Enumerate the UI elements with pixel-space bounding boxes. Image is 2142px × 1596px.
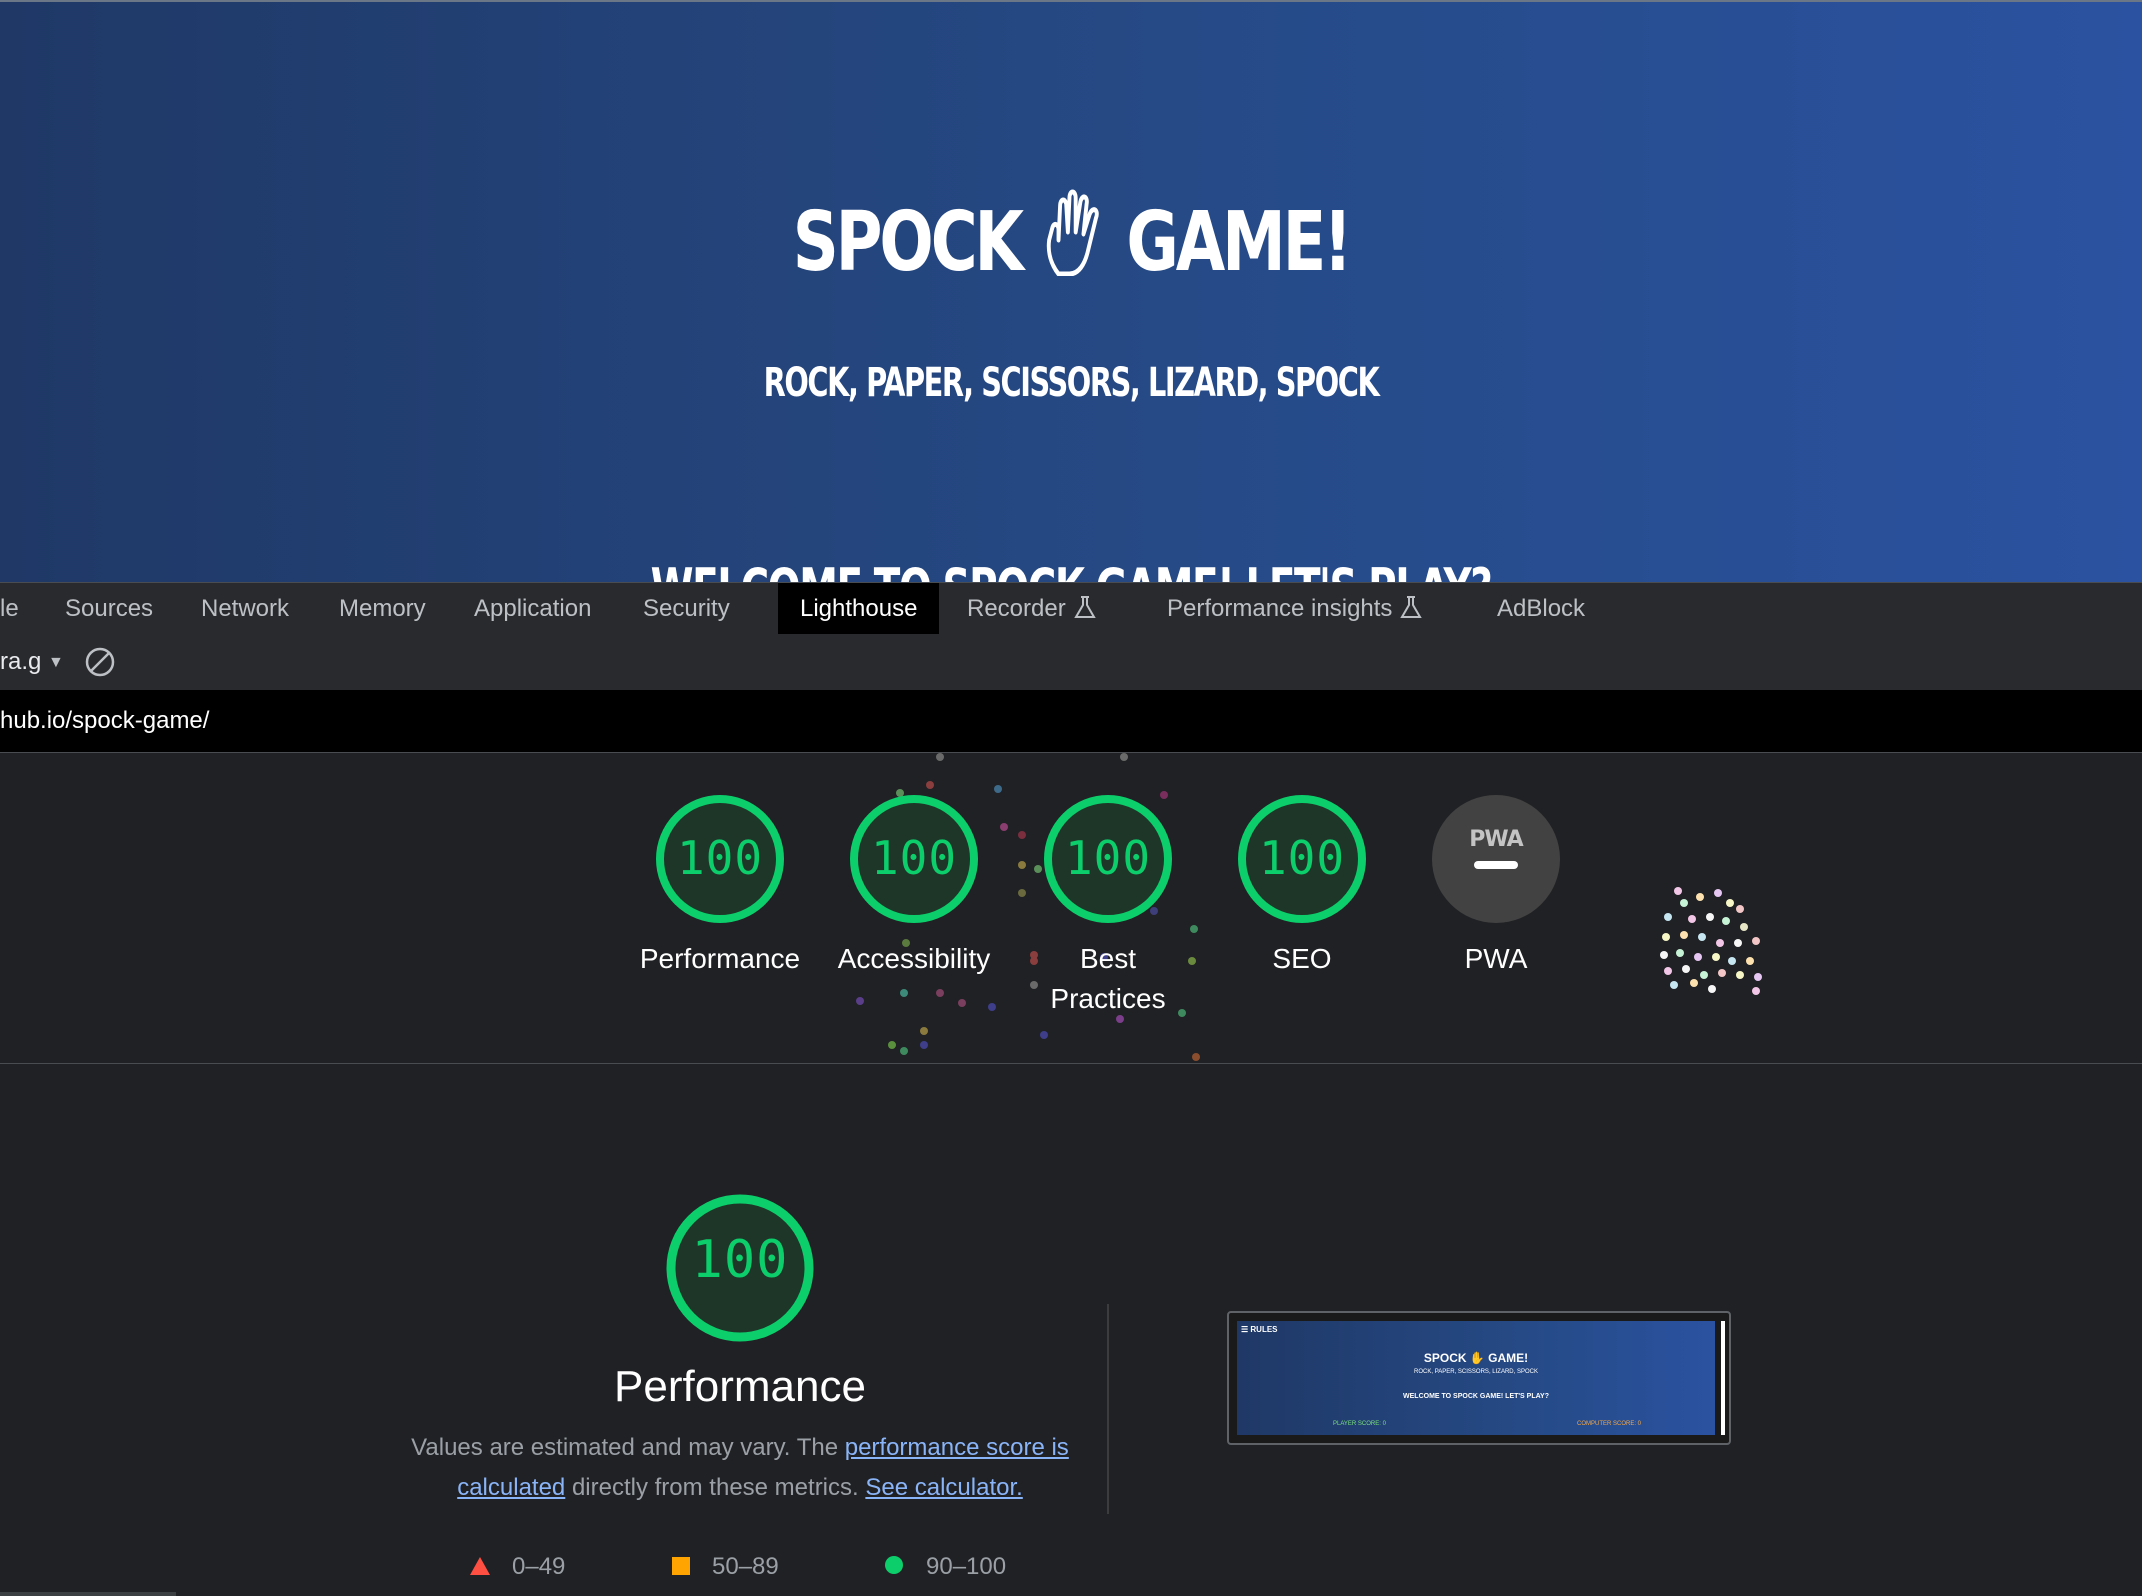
performance-description: Values are estimated and may vary. The p… [400, 1428, 1080, 1508]
pwa-badge-text: PWA [1469, 827, 1523, 852]
gauge-label: Performance [639, 943, 801, 974]
dropdown-arrow-icon: ▼ [48, 654, 64, 671]
gauge-accessibility[interactable]: 100 Accessibility [814, 793, 1014, 979]
lighthouse-toolbar: ra.g ▼ [0, 634, 2142, 691]
gauge-performance[interactable]: 100 Performance [620, 793, 820, 979]
gauge-seo[interactable]: 100 SEO [1202, 793, 1402, 979]
legend-fail: 0–49 [470, 1550, 565, 1585]
game-title-left: SPOCK [792, 195, 1024, 290]
tab-memory[interactable]: Memory [317, 583, 448, 635]
gauge-score: 100 [1258, 831, 1346, 885]
vulcan-hand-icon [1045, 188, 1103, 290]
tab-network[interactable]: Network [179, 583, 311, 635]
tab-performance-insights-label: Performance insights [1167, 595, 1393, 622]
report-selector[interactable]: ra.g ▼ [0, 634, 64, 690]
gauge-score: 100 [676, 831, 764, 885]
score-gauges: 100 Performance 100 Accessibility 100 Be… [0, 753, 2142, 1064]
gauge-label: PWA [1464, 943, 1528, 974]
block-icon[interactable] [84, 646, 116, 685]
game-welcome-heading: WELCOME TO SPOCK GAME! LET'S PLAY? [300, 557, 1842, 584]
gauge-label: Best Practices [1008, 939, 1208, 1019]
square-icon [672, 1551, 690, 1585]
thumb-subtitle: ROCK, PAPER, SCISSORS, LIZARD, SPOCK [1414, 1369, 1538, 1375]
performance-section: 100 Performance Values are estimated and… [0, 1064, 2142, 1596]
gauge-pwa[interactable]: PWA PWA [1396, 793, 1596, 979]
tab-recorder-label: Recorder [967, 595, 1066, 622]
tab-security[interactable]: Security [621, 583, 752, 635]
devtools-tab-bar: le Sources Network Memory Application Se… [0, 582, 2142, 636]
page-preview: SPOCK GAME! ROCK, PAPER, SCISSORS, LIZAR… [0, 0, 2142, 584]
thumb-title: SPOCK ✋ GAME! [1423, 1351, 1529, 1365]
game-title: SPOCK GAME! [236, 188, 1907, 290]
gauge-best-practices[interactable]: 100 Best Practices [1008, 793, 1208, 1019]
pwa-badge [1432, 795, 1560, 923]
legend-range: 90–100 [926, 1553, 1007, 1580]
game-title-right: GAME! [1126, 195, 1352, 290]
bottom-scroll-indicator [0, 1592, 176, 1596]
pwa-dash-icon [1474, 861, 1518, 869]
tab-application[interactable]: Application [452, 583, 613, 635]
url-bar: hub.io/spock-game/ [0, 690, 2142, 753]
pwa-icon: PWA [1430, 827, 1562, 852]
game-subtitle: ROCK, PAPER, SCISSORS, LIZARD, SPOCK [763, 360, 1380, 406]
tab-recorder[interactable]: Recorder [945, 583, 1118, 635]
triangle-icon [470, 1551, 490, 1585]
gauge-label-line: Practices [1050, 983, 1166, 1014]
tab-lighthouse[interactable]: Lighthouse [778, 583, 940, 635]
section-divider [1107, 1304, 1109, 1514]
tab-adblock[interactable]: AdBlock [1475, 583, 1607, 635]
see-calculator-link[interactable]: See calculator. [865, 1474, 1022, 1501]
performance-title: Performance [614, 1362, 866, 1411]
legend-average: 50–89 [672, 1550, 779, 1585]
experiment-flask-icon [1400, 586, 1423, 638]
gauge-score: 100 [1064, 831, 1152, 885]
tab-sources[interactable]: Sources [43, 583, 175, 635]
gauge-label: Accessibility [837, 943, 991, 974]
desc-text: Values are estimated and may vary. The [411, 1434, 845, 1461]
report-selector-label: ra.g [0, 648, 42, 675]
thumb-menu: ☰ RULES [1241, 1325, 1278, 1334]
tab-console[interactable]: le [0, 583, 41, 635]
final-screenshot-image: ☰ RULES SPOCK ✋ GAME! ROCK, PAPER, SCISS… [1237, 1321, 1715, 1435]
legend-range: 50–89 [712, 1553, 779, 1580]
legend-range: 0–49 [512, 1553, 566, 1580]
desc-text: directly from these metrics. [565, 1474, 866, 1501]
performance-gauge-large[interactable]: 100 [660, 1188, 820, 1348]
gauge-score: 100 [691, 1230, 789, 1290]
legend-pass: 90–100 [884, 1550, 1006, 1585]
thumb-computer-score: COMPUTER SCORE: 0 [1577, 1421, 1642, 1427]
audited-url: hub.io/spock-game/ [0, 707, 210, 734]
tab-performance-insights[interactable]: Performance insights [1145, 583, 1444, 635]
thumb-player-score: PLAYER SCORE: 0 [1333, 1421, 1386, 1427]
experiment-flask-icon [1073, 586, 1096, 638]
thumb-welcome: WELCOME TO SPOCK GAME! LET'S PLAY? [1403, 1393, 1549, 1400]
gauge-label: SEO [1272, 943, 1332, 974]
gauge-label-line: Best [1079, 943, 1137, 974]
thumb-scrollbar [1721, 1321, 1725, 1435]
final-screenshot[interactable]: ☰ RULES SPOCK ✋ GAME! ROCK, PAPER, SCISS… [1227, 1311, 1731, 1445]
gauge-score: 100 [870, 831, 958, 885]
circle-icon [884, 1551, 904, 1585]
